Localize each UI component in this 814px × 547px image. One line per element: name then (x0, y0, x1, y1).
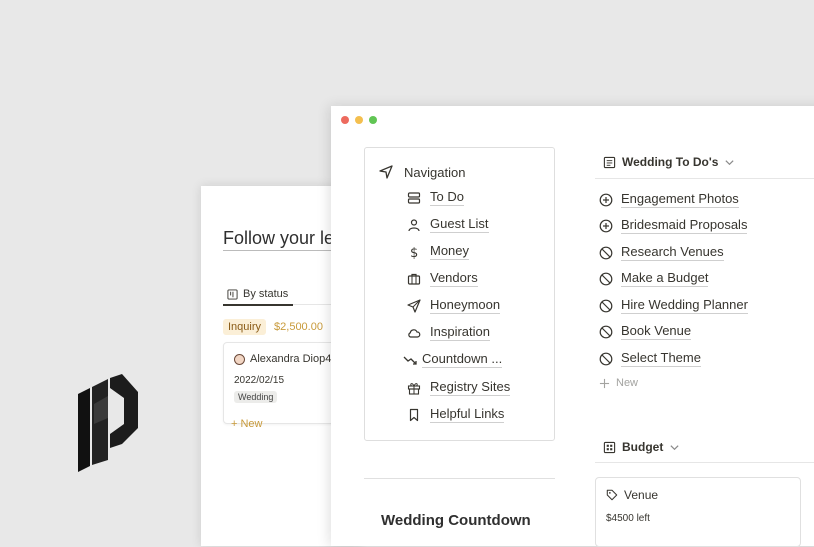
plus-icon (599, 378, 610, 388)
tag-icon (606, 489, 618, 501)
nav-item-guest-list[interactable]: Guest List (407, 216, 489, 233)
briefcase-icon (407, 273, 421, 285)
status-badge: Inquiry (223, 319, 267, 335)
todo-item-label: Hire Wedding Planner (621, 297, 748, 314)
nav-item-to-do[interactable]: To Do (407, 189, 464, 206)
countdown-heading: Wedding Countdown (381, 512, 531, 529)
todo-item-make-a-budget[interactable]: Make a Budget (599, 270, 709, 287)
person-name: Alexandra Diop4 (250, 353, 332, 365)
maximize-window-button[interactable] (369, 116, 377, 124)
todo-item-label: Book Venue (621, 323, 692, 340)
nav-item-label: Vendors (430, 270, 478, 287)
nav-item-label: Countdown ... (422, 351, 503, 368)
gift-icon (407, 382, 421, 395)
todo-item-book-venue[interactable]: Book Venue (599, 323, 692, 340)
card-date: 2022/02/15 (234, 375, 285, 386)
nav-item-label: Honeymoon (430, 297, 501, 314)
new-label: New (616, 377, 639, 389)
cloud-icon (408, 328, 421, 338)
board-icon (227, 288, 238, 300)
budget-card-venue[interactable]: Venue $4500 left (595, 477, 801, 547)
nav-item-countdown[interactable]: Countdown ... (403, 351, 503, 368)
block-icon (599, 272, 613, 285)
todo-database-header[interactable]: Wedding To Do's (603, 155, 735, 169)
group-amount: $2,500.00 (274, 321, 323, 333)
todo-item-label: Select Theme (621, 350, 701, 367)
nav-item-registry-sites[interactable]: Registry Sites (407, 379, 511, 396)
nav-item-label: Guest List (430, 216, 489, 233)
budget-remaining: $4500 left (606, 513, 650, 524)
todo-item-label: Make a Budget (621, 270, 709, 287)
grid-icon (603, 441, 616, 453)
divider (364, 478, 555, 479)
avatar (234, 353, 245, 365)
chevron-down-icon (725, 159, 734, 165)
card-person: Alexandra Diop4 (234, 353, 331, 365)
wedding-planner-window: Navigation To Do Guest List $ Money Vend… (331, 106, 814, 547)
nav-item-label: Money (430, 243, 470, 260)
nav-item-honeymoon[interactable]: Honeymoon (407, 297, 501, 314)
dollar-icon: $ (410, 246, 418, 259)
minimize-window-button[interactable] (355, 116, 363, 124)
block-icon (599, 352, 613, 365)
budget-title: Budget (622, 440, 664, 454)
plus-circle-icon (599, 219, 613, 232)
nav-item-label: Registry Sites (430, 379, 511, 396)
bookmark-icon (409, 408, 419, 421)
nav-item-label: To Do (430, 189, 464, 206)
todo-item-label: Research Venues (621, 244, 724, 261)
navigation-arrow-icon (379, 165, 393, 179)
navigation-callout: Navigation To Do Guest List $ Money Vend… (364, 147, 555, 441)
todo-item-research-venues[interactable]: Research Venues (599, 244, 724, 261)
nav-item-vendors[interactable]: Vendors (407, 270, 478, 287)
todo-item-bridesmaid-proposals[interactable]: Bridesmaid Proposals (599, 217, 748, 234)
budget-card-title: Venue (606, 488, 658, 502)
chevron-down-icon (670, 444, 679, 450)
page-title: Follow your le (223, 228, 335, 251)
todo-title: Wedding To Do's (622, 155, 719, 169)
todo-item-engagement-photos[interactable]: Engagement Photos (599, 191, 739, 208)
send-icon (407, 298, 421, 313)
person-icon (408, 218, 420, 231)
todo-item-select-theme[interactable]: Select Theme (599, 350, 701, 367)
new-card-button[interactable]: + New (231, 418, 263, 430)
navigation-header: Navigation (378, 164, 465, 180)
block-icon (599, 299, 613, 312)
nav-item-money[interactable]: $ Money (407, 243, 470, 260)
nav-item-label: Inspiration (430, 324, 490, 341)
tab-label: By status (243, 288, 289, 300)
window-controls (341, 116, 377, 124)
card-tag: Wedding (234, 391, 278, 403)
todo-item-hire-wedding-planner[interactable]: Hire Wedding Planner (599, 297, 748, 314)
trend-down-icon (403, 356, 417, 365)
divider (595, 178, 814, 179)
budget-card-name: Venue (624, 488, 659, 502)
tab-by-status[interactable]: By status (223, 284, 293, 306)
nav-item-label: Helpful Links (430, 406, 505, 423)
close-window-button[interactable] (341, 116, 349, 124)
document-icon (603, 156, 616, 168)
stack-icon (407, 191, 421, 204)
brand-logo (78, 374, 138, 472)
status-group-header: Inquiry $2,500.00 (223, 319, 323, 335)
new-todo-button[interactable]: New (599, 377, 638, 389)
nav-item-helpful-links[interactable]: Helpful Links (407, 406, 505, 423)
plus-circle-icon (599, 193, 613, 206)
todo-item-label: Engagement Photos (621, 191, 739, 208)
navigation-title: Navigation (404, 164, 466, 180)
divider (595, 462, 814, 463)
nav-item-inspiration[interactable]: Inspiration (407, 324, 490, 341)
block-icon (599, 246, 613, 259)
block-icon (599, 325, 613, 338)
svg-text:$: $ (410, 246, 418, 259)
budget-database-header[interactable]: Budget (603, 440, 680, 454)
todo-item-label: Bridesmaid Proposals (621, 217, 748, 234)
